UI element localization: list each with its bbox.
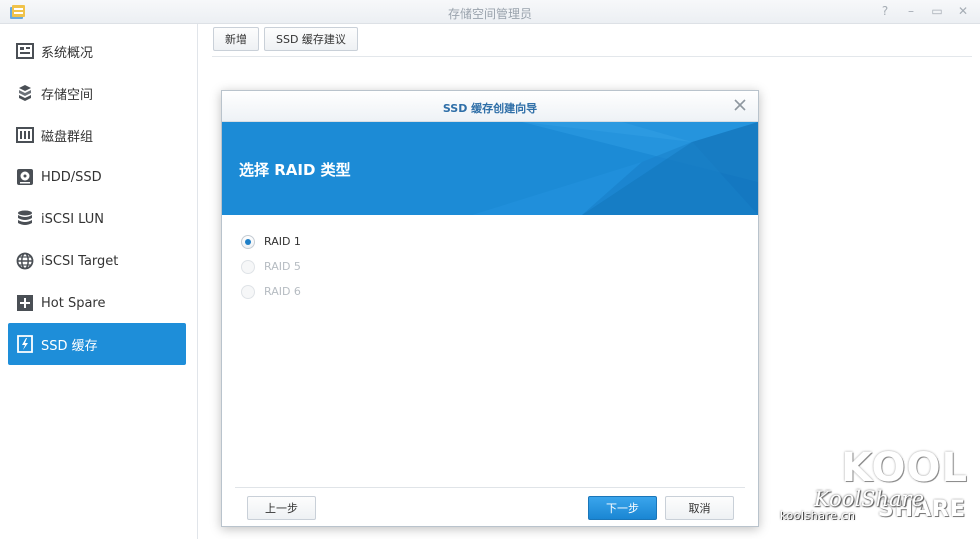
close-window-button[interactable]: ✕	[952, 3, 974, 20]
cancel-button[interactable]: 取消	[665, 496, 734, 520]
next-button[interactable]: 下一步	[588, 496, 657, 520]
raid-option: RAID 6	[241, 279, 301, 304]
watermark-logo-top: KOOL	[841, 445, 968, 491]
database-icon	[16, 210, 34, 228]
raid-option-label: RAID 1	[264, 235, 301, 248]
sidebar-item-label: 磁盘群组	[41, 129, 94, 145]
sidebar-item-disk-group[interactable]: 磁盘群组	[8, 114, 186, 156]
raid-option-label: RAID 5	[264, 260, 301, 273]
window-title: 存储空间管理员	[447, 7, 532, 21]
minimize-button[interactable]: –	[900, 3, 922, 20]
ssd-cache-icon	[16, 335, 34, 353]
sidebar-item-iscsi-target[interactable]: iSCSI Target	[8, 240, 186, 282]
close-icon[interactable]	[732, 97, 748, 113]
koolshare-watermark: KOOL SHARE KoolShare koolshare.cn	[780, 445, 980, 539]
sidebar: 系统概况 存储空间 磁盘群组 HDD/SSD iSCSI LUN iSCSI T…	[0, 24, 198, 539]
sidebar-item-label: iSCSI Target	[41, 253, 119, 269]
create-button[interactable]: 新增	[213, 27, 259, 51]
ssd-cache-wizard-dialog: SSD 缓存创建向导 选择 RAID 类型 RAID 1 RAID 5 RAID…	[221, 90, 759, 527]
toolbar-divider	[212, 56, 972, 57]
sidebar-item-label: HDD/SSD	[41, 169, 102, 185]
window-titlebar: 存储空间管理员 ? – ▭ ✕	[0, 0, 980, 24]
sidebar-item-label: 系统概况	[41, 45, 94, 61]
sidebar-item-hot-spare[interactable]: Hot Spare	[8, 282, 186, 324]
watermark-brand: KoolShare	[814, 487, 925, 511]
radio-button-disabled	[241, 259, 255, 274]
toolbar: 新增 SSD 缓存建议	[213, 27, 358, 51]
sidebar-item-storage[interactable]: 存储空间	[8, 72, 186, 114]
overview-icon	[16, 42, 34, 60]
sidebar-item-overview[interactable]: 系统概况	[8, 30, 186, 72]
sidebar-item-label: Hot Spare	[41, 295, 106, 311]
disk-group-icon	[16, 126, 34, 144]
sidebar-item-ssd-cache[interactable]: SSD 缓存	[8, 323, 186, 365]
sidebar-item-label: 存储空间	[41, 87, 94, 103]
sidebar-item-label: SSD 缓存	[41, 338, 98, 354]
hdd-icon	[16, 168, 34, 186]
radio-button-checked[interactable]	[241, 234, 255, 249]
sidebar-item-hdd-ssd[interactable]: HDD/SSD	[8, 156, 186, 198]
sidebar-item-iscsi-lun[interactable]: iSCSI LUN	[8, 198, 186, 240]
storage-icon	[16, 84, 34, 102]
raid-type-options: RAID 1 RAID 5 RAID 6	[241, 229, 301, 304]
raid-option: RAID 5	[241, 254, 301, 279]
window-controls: ? – ▭ ✕	[874, 3, 974, 20]
maximize-button[interactable]: ▭	[926, 3, 948, 20]
raid-option-label: RAID 6	[264, 285, 301, 298]
plus-icon	[16, 294, 34, 312]
wizard-banner: 选择 RAID 类型	[222, 122, 758, 215]
help-button[interactable]: ?	[874, 3, 896, 20]
sidebar-item-label: iSCSI LUN	[41, 211, 104, 227]
globe-icon	[16, 252, 34, 270]
ssd-cache-advisor-button[interactable]: SSD 缓存建议	[264, 27, 358, 51]
dialog-header: SSD 缓存创建向导	[222, 91, 758, 122]
previous-button[interactable]: 上一步	[247, 496, 316, 520]
watermark-url: koolshare.cn	[780, 509, 856, 522]
dialog-footer-divider	[235, 487, 745, 488]
radio-button-disabled	[241, 284, 255, 299]
step-title: 选择 RAID 类型	[239, 161, 351, 179]
raid-option[interactable]: RAID 1	[241, 229, 301, 254]
dialog-title: SSD 缓存创建向导	[442, 102, 538, 115]
wechat-icon	[792, 490, 810, 504]
